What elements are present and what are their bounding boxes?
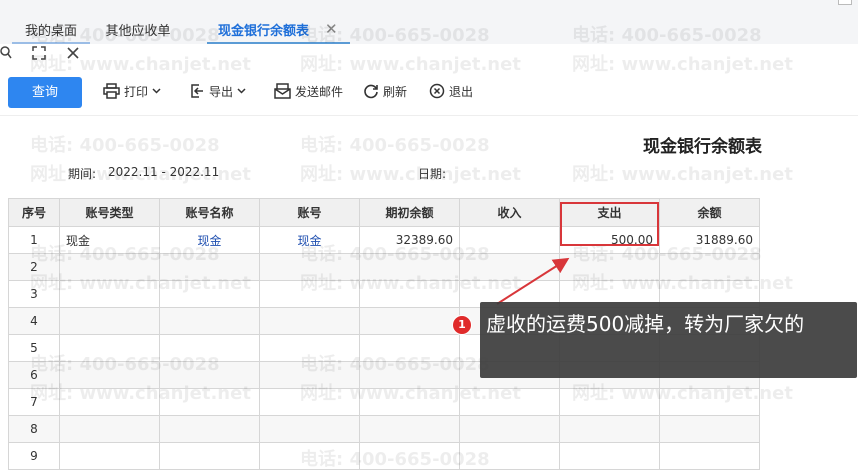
annotation-callout: 虚收的运费500减掉，转为厂家欠的	[480, 302, 857, 378]
annotation-arrow	[496, 257, 570, 305]
annotation-text: 虚收的运费500减掉，转为厂家欠的	[486, 312, 805, 336]
annotation-marker: 1	[452, 315, 472, 335]
